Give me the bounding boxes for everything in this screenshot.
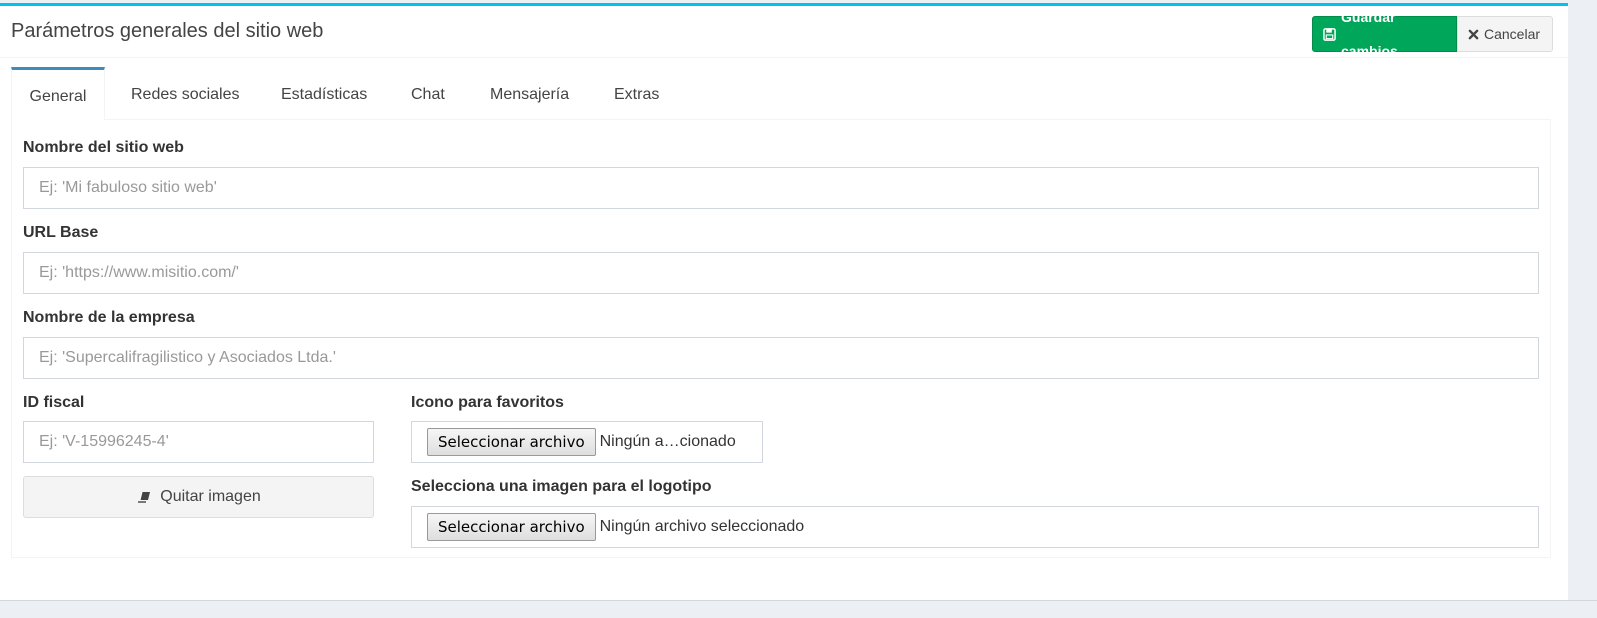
page-title: Parámetros generales del sitio web <box>11 20 324 42</box>
site-name-label: Nombre del sitio web <box>23 139 184 156</box>
cancel-button-label: Cancelar <box>1484 26 1541 42</box>
favicon-file-input: Seleccionar archivo Ningún a…cionado <box>411 421 763 463</box>
favicon-file-status: Ningún a…cionado <box>599 433 736 450</box>
cancel-button[interactable]: Cancelar <box>1457 16 1553 52</box>
floppy-disk-icon <box>1323 27 1336 41</box>
tab-extras[interactable]: Extras <box>614 67 659 120</box>
fiscal-id-label: ID fiscal <box>23 394 85 411</box>
tab-chat[interactable]: Chat <box>411 67 445 120</box>
company-name-label: Nombre de la empresa <box>23 309 195 326</box>
eraser-icon <box>138 491 151 503</box>
tab-messaging[interactable]: Mensajería <box>490 67 569 120</box>
logo-select-button[interactable]: Seleccionar archivo <box>427 513 596 541</box>
remove-image-label: Quitar imagen <box>160 488 261 505</box>
base-url-label: URL Base <box>23 224 99 241</box>
fiscal-id-input[interactable]: Ej: 'V-15996245-4' <box>23 421 374 463</box>
tab-general[interactable]: General <box>11 67 105 120</box>
panel-header: Parámetros generales del sitio web Guard… <box>0 6 1568 59</box>
page-footer-strip <box>0 600 1597 618</box>
save-button[interactable]: Guardar cambios <box>1312 9 1457 59</box>
company-name-input[interactable]: Ej: 'Supercalifragilistico y Asociados L… <box>23 337 1539 379</box>
logo-label: Selecciona una imagen para el logotipo <box>411 478 712 495</box>
logo-file-input: Seleccionar archivo Ningún archivo selec… <box>411 506 1539 548</box>
tab-social-networks[interactable]: Redes sociales <box>131 67 240 120</box>
settings-tabs: General Redes sociales Estadísticas Chat… <box>11 67 1551 120</box>
tab-statistics[interactable]: Estadísticas <box>281 67 367 120</box>
site-name-input[interactable]: Ej: 'Mi fabuloso sitio web' <box>23 167 1539 209</box>
favicon-select-button[interactable]: Seleccionar archivo <box>427 428 596 456</box>
remove-image-button[interactable]: Quitar imagen <box>23 476 374 518</box>
base-url-input[interactable]: Ej: 'https://www.misitio.com/' <box>23 252 1539 294</box>
favicon-label: Icono para favoritos <box>411 394 564 411</box>
times-icon <box>1468 29 1479 39</box>
save-button-label: Guardar cambios <box>1341 9 1398 59</box>
logo-file-status: Ningún archivo seleccionado <box>599 518 805 535</box>
